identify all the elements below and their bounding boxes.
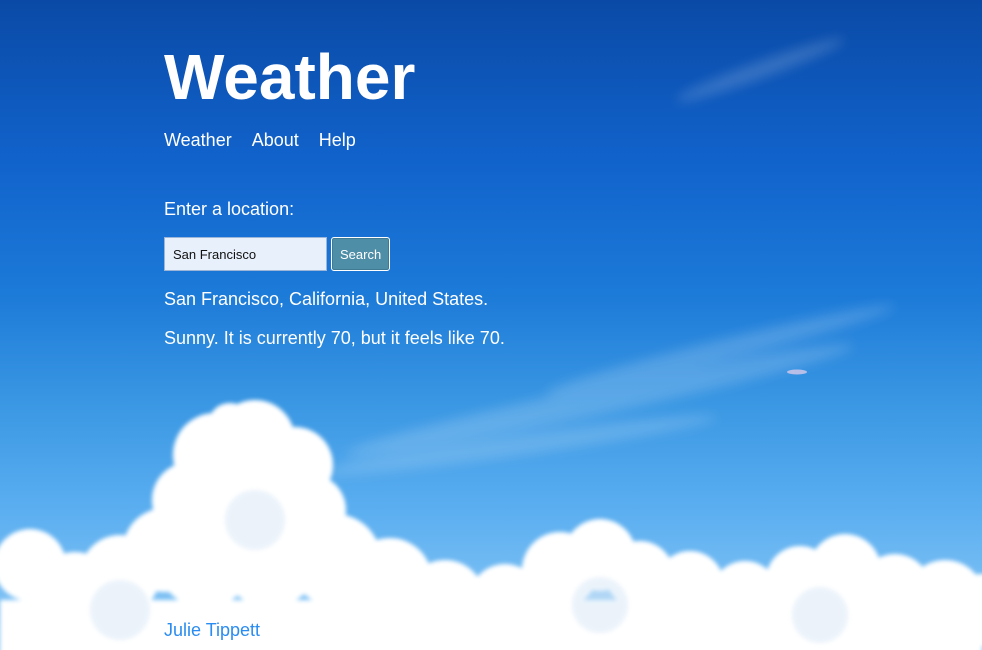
nav-bar: Weather About Help: [164, 130, 356, 151]
nav-item-about[interactable]: About: [252, 130, 299, 151]
clouds-illustration: [0, 38, 982, 650]
result-forecast: Sunny. It is currently 70, but it feels …: [164, 328, 505, 348]
result-location: San Francisco, California, United States…: [164, 289, 489, 309]
search-button[interactable]: Search: [331, 237, 391, 271]
page-title: Weather: [164, 41, 416, 113]
location-input[interactable]: [164, 237, 327, 271]
nav-item-weather[interactable]: Weather: [164, 130, 232, 151]
author-link[interactable]: Julie Tippett: [164, 620, 260, 640]
location-label: Enter a location:: [164, 199, 295, 219]
footer: Julie Tippett: [164, 620, 260, 641]
nav-item-help[interactable]: Help: [319, 130, 356, 151]
sky-background: [0, 0, 982, 650]
search-form: Search: [164, 237, 391, 271]
